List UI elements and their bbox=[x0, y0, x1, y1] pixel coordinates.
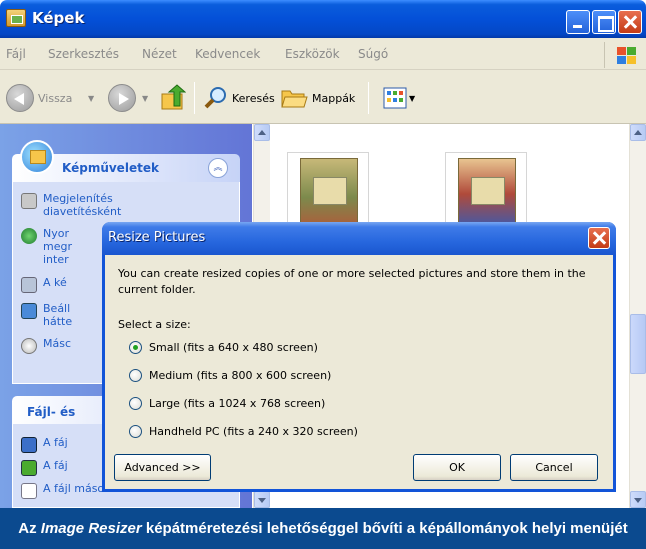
order-prints-icon bbox=[21, 228, 37, 244]
caption-text: képátméretezési lehetőséggel bővíti a ké… bbox=[141, 520, 628, 537]
menu-file[interactable]: Fájl bbox=[6, 47, 26, 61]
search-icon[interactable] bbox=[203, 86, 229, 110]
caption-prefix: Az bbox=[18, 520, 41, 537]
slideshow-icon bbox=[21, 193, 37, 209]
size-option-small[interactable]: Small (fits a 640 x 480 screen) bbox=[129, 341, 318, 354]
task-label: Másc bbox=[43, 337, 72, 350]
menu-edit[interactable]: Szerkesztés bbox=[48, 47, 119, 61]
folders-icon[interactable] bbox=[280, 85, 308, 109]
toolbar-separator bbox=[368, 82, 369, 114]
task-rename[interactable]: A fáj bbox=[21, 436, 101, 453]
caption-app-name: Image Resizer bbox=[40, 520, 142, 537]
search-button-label[interactable]: Keresés bbox=[232, 92, 275, 105]
dialog-title: Resize Pictures bbox=[108, 230, 206, 245]
scroll-down-icon[interactable] bbox=[630, 491, 646, 508]
task-label: A fáj bbox=[43, 436, 68, 449]
advanced-button[interactable]: Advanced >> bbox=[114, 454, 211, 481]
desktop-background-icon bbox=[21, 303, 37, 319]
picture-tasks-icon bbox=[20, 140, 54, 174]
back-dropdown-icon[interactable]: ▼ bbox=[88, 94, 94, 103]
scroll-up-icon[interactable] bbox=[630, 124, 646, 141]
forward-dropdown-icon[interactable]: ▼ bbox=[142, 94, 148, 103]
cd-icon bbox=[21, 338, 37, 354]
folders-button-label[interactable]: Mappák bbox=[312, 92, 355, 105]
size-option-label: Medium (fits a 800 x 600 screen) bbox=[149, 369, 332, 382]
size-option-large[interactable]: Large (fits a 1024 x 768 screen) bbox=[129, 397, 325, 410]
window-title: Képek bbox=[32, 9, 85, 27]
task-copy-to-cd[interactable]: Másc bbox=[21, 337, 101, 354]
size-option-handheld[interactable]: Handheld PC (fits a 240 x 320 screen) bbox=[129, 425, 358, 438]
cancel-button[interactable]: Cancel bbox=[510, 454, 598, 481]
maximize-button[interactable] bbox=[592, 10, 616, 34]
size-option-label: Small (fits a 640 x 480 screen) bbox=[149, 341, 318, 354]
task-set-background[interactable]: Beáll hátte bbox=[21, 302, 101, 328]
resize-pictures-dialog: Resize Pictures You can create resized c… bbox=[102, 222, 616, 492]
minimize-button[interactable] bbox=[566, 10, 590, 34]
rename-icon bbox=[21, 437, 37, 453]
task-label: A ké bbox=[43, 276, 67, 289]
menu-favorites[interactable]: Kedvencek bbox=[195, 47, 260, 61]
task-label: Nyor megr inter bbox=[43, 227, 72, 266]
copy-icon bbox=[21, 483, 37, 499]
size-option-label: Handheld PC (fits a 240 x 320 screen) bbox=[149, 425, 358, 438]
pictures-folder-icon bbox=[6, 9, 26, 27]
back-arrow-icon[interactable] bbox=[6, 84, 34, 112]
windows-logo-icon bbox=[604, 42, 640, 68]
task-label: Beáll hátte bbox=[43, 302, 73, 328]
dialog-titlebar[interactable]: Resize Pictures bbox=[102, 222, 616, 255]
up-folder-icon[interactable] bbox=[160, 84, 186, 112]
menu-help[interactable]: Súgó bbox=[358, 47, 388, 61]
dialog-description: You can create resized copies of one or … bbox=[118, 267, 586, 296]
radio-button[interactable] bbox=[129, 425, 142, 438]
task-label: Megjelenítés diavetítésként bbox=[43, 192, 122, 218]
radio-button[interactable] bbox=[129, 397, 142, 410]
move-icon bbox=[21, 460, 37, 476]
picture-tasks-title[interactable]: Képműveletek bbox=[62, 161, 159, 175]
scroll-thumb[interactable] bbox=[630, 314, 646, 374]
image-caption: Az Image Resizer képátméretezési lehetős… bbox=[0, 508, 646, 549]
scroll-up-icon[interactable] bbox=[254, 124, 270, 141]
file-tasks-title[interactable]: Fájl- és bbox=[27, 405, 75, 419]
scroll-down-icon[interactable] bbox=[254, 491, 270, 508]
file-list-scrollbar[interactable] bbox=[629, 124, 646, 508]
toolbar-separator bbox=[194, 82, 195, 114]
back-button-label[interactable]: Vissza bbox=[38, 92, 72, 105]
thumbnail-image bbox=[300, 158, 358, 230]
menu-view[interactable]: Nézet bbox=[142, 47, 177, 61]
task-order-prints[interactable]: Nyor megr inter bbox=[21, 227, 101, 266]
task-slideshow[interactable]: Megjelenítés diavetítésként bbox=[21, 192, 131, 218]
radio-button[interactable] bbox=[129, 341, 142, 354]
thumbnail-image bbox=[458, 158, 516, 230]
menu-tools[interactable]: Eszközök bbox=[285, 47, 340, 61]
collapse-chevron-icon[interactable]: ︽ bbox=[208, 158, 228, 178]
task-label: A fáj bbox=[43, 459, 68, 472]
size-option-medium[interactable]: Medium (fits a 800 x 600 screen) bbox=[129, 369, 331, 382]
task-print[interactable]: A ké bbox=[21, 276, 101, 293]
close-window-button[interactable] bbox=[618, 10, 642, 34]
window-titlebar[interactable]: Képek bbox=[0, 0, 646, 38]
forward-arrow-icon[interactable] bbox=[108, 84, 136, 112]
views-icon[interactable] bbox=[383, 87, 407, 109]
dialog-close-button[interactable] bbox=[588, 227, 610, 249]
ok-button[interactable]: OK bbox=[413, 454, 501, 481]
menu-bar: Fájl Szerkesztés Nézet Kedvencek Eszközö… bbox=[0, 38, 646, 70]
radio-button[interactable] bbox=[129, 369, 142, 382]
print-icon bbox=[21, 277, 37, 293]
size-option-label: Large (fits a 1024 x 768 screen) bbox=[149, 397, 326, 410]
task-move[interactable]: A fáj bbox=[21, 459, 101, 476]
size-label: Select a size: bbox=[118, 318, 191, 331]
standard-toolbar: Vissza ▼ ▼ Keresés Mappák ▼ bbox=[0, 70, 646, 124]
views-dropdown-icon[interactable]: ▼ bbox=[409, 94, 415, 103]
